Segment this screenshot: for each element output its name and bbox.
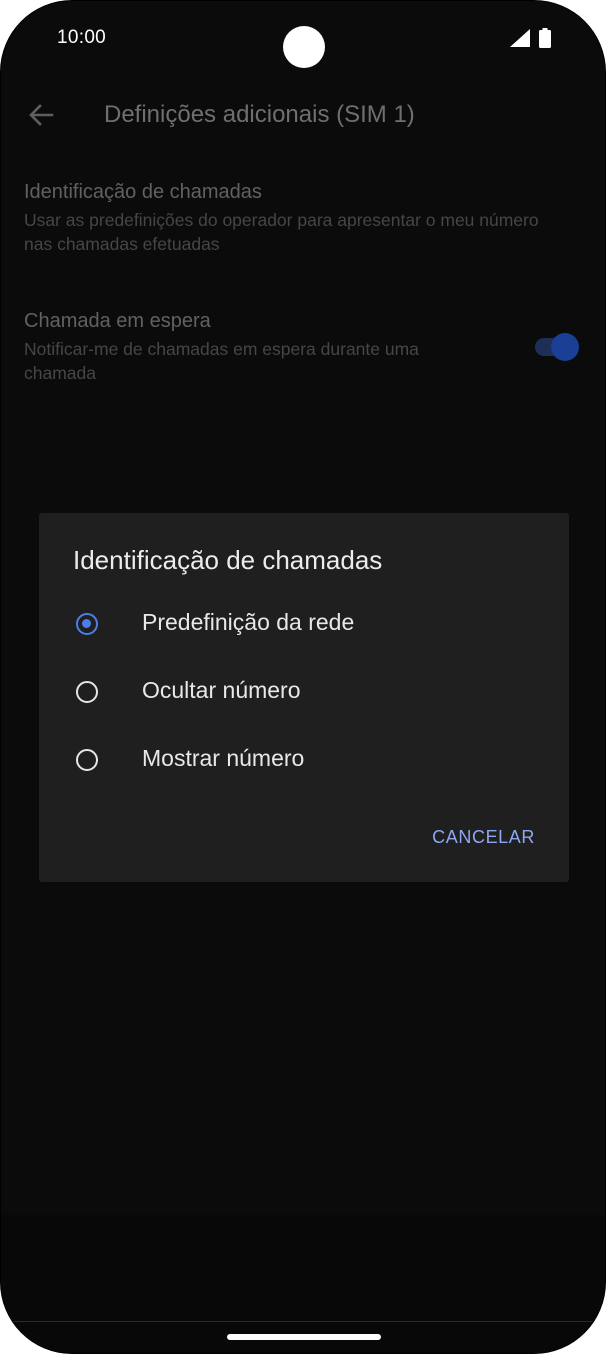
radio-checked-icon[interactable] <box>76 613 98 635</box>
screen: 10:00 Definições adicionais (SIM 1) Iden… <box>1 1 605 1353</box>
option-network-default[interactable]: Predefinição da rede <box>39 596 569 656</box>
phone-frame: 10:00 Definições adicionais (SIM 1) Iden… <box>0 0 606 1354</box>
setting-title: Identificação de chamadas <box>24 181 262 203</box>
setting-call-waiting[interactable]: Chamada em espera Notificar-me de chamad… <box>24 310 494 385</box>
setting-title: Chamada em espera <box>24 310 211 332</box>
setting-summary: Usar as predefinições do operador para a… <box>24 210 539 254</box>
setting-caller-id[interactable]: Identificação de chamadas Usar as predef… <box>24 181 544 256</box>
radio-unchecked-icon[interactable] <box>76 749 98 771</box>
call-waiting-toggle[interactable] <box>533 333 579 361</box>
cancel-button[interactable]: CANCELAR <box>432 827 535 848</box>
caller-id-dialog: Identificação de chamadas Predefinição d… <box>39 513 569 882</box>
dialog-title: Identificação de chamadas <box>73 545 383 575</box>
option-show-number[interactable]: Mostrar número <box>39 732 569 792</box>
radio-dot <box>82 619 91 628</box>
battery-icon <box>539 28 551 48</box>
signal-icon <box>510 29 530 47</box>
option-label: Predefinição da rede <box>142 609 355 635</box>
page-title: Definições adicionais (SIM 1) <box>104 101 415 128</box>
camera-cutout <box>283 26 325 68</box>
option-hide-number[interactable]: Ocultar número <box>39 664 569 724</box>
option-label: Ocultar número <box>142 677 301 703</box>
back-arrow-icon[interactable] <box>25 99 57 131</box>
option-label: Mostrar número <box>142 745 305 771</box>
navigation-bar <box>1 1215 605 1353</box>
nav-divider <box>1 1321 605 1322</box>
toggle-thumb <box>551 333 579 361</box>
home-gesture-handle[interactable] <box>227 1334 381 1340</box>
setting-summary: Notificar-me de chamadas em espera duran… <box>24 339 419 383</box>
status-time: 10:00 <box>57 27 107 48</box>
radio-unchecked-icon[interactable] <box>76 681 98 703</box>
